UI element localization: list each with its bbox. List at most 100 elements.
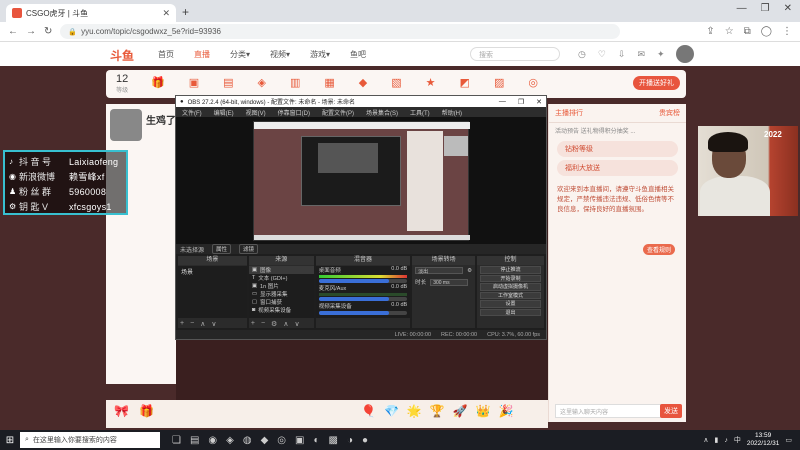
- welfare-badge[interactable]: 福利大放送: [557, 160, 678, 176]
- nav-game[interactable]: 游戏▾: [310, 49, 330, 60]
- download-icon[interactable]: ⇩: [618, 49, 626, 60]
- bag-icon[interactable]: ◩: [460, 76, 470, 89]
- streamer-avatar[interactable]: [110, 109, 142, 141]
- card-icon[interactable]: ▥: [290, 76, 300, 89]
- properties-button[interactable]: 属性: [212, 244, 232, 254]
- source-item[interactable]: ◙ 视频采集设备: [249, 306, 314, 314]
- task-view-icon[interactable]: ❏: [172, 435, 181, 446]
- gift-icon[interactable]: 🌟: [407, 404, 422, 418]
- folder-icon[interactable]: ▤: [190, 435, 199, 446]
- settings-button[interactable]: 设置: [480, 300, 541, 308]
- app-icon[interactable]: ◆: [261, 435, 269, 446]
- volume-icon[interactable]: ♪: [724, 437, 728, 444]
- duration-input[interactable]: 300 ms: [430, 278, 469, 286]
- notification-icon[interactable]: ▭: [785, 436, 792, 444]
- obs-menu-view[interactable]: 视图(V): [246, 108, 266, 117]
- up-icon[interactable]: ∧: [200, 320, 205, 328]
- obs-menu-tools[interactable]: 工具(T): [410, 108, 430, 117]
- source-item[interactable]: ▣ 1n 图片: [249, 282, 314, 290]
- obs-menu-scenes[interactable]: 场景集合(S): [366, 108, 398, 117]
- chat-input[interactable]: 这里输入聊天内容: [555, 404, 661, 418]
- volume-slider[interactable]: [318, 297, 408, 301]
- rules-button[interactable]: 查看规则: [643, 244, 676, 255]
- minimize-icon[interactable]: —: [737, 3, 747, 14]
- tab-rank[interactable]: 主播排行: [555, 108, 583, 118]
- history-icon[interactable]: ◷: [578, 49, 586, 60]
- browser-tab[interactable]: CSGO虎牙 | 斗鱼 ✕: [6, 4, 176, 22]
- menu-icon[interactable]: ⋮: [782, 26, 792, 37]
- nav-fishbar[interactable]: 鱼吧: [350, 49, 366, 60]
- obs-taskbar-icon[interactable]: ●: [362, 435, 368, 446]
- app-icon[interactable]: ◑: [347, 435, 353, 446]
- profile-icon[interactable]: ◯: [761, 26, 772, 37]
- nav-home[interactable]: 首页: [158, 49, 174, 60]
- down-icon[interactable]: ∨: [294, 320, 299, 328]
- nav-category[interactable]: 分类▾: [230, 49, 250, 60]
- new-tab-icon[interactable]: +: [182, 5, 189, 19]
- maximize-icon[interactable]: ❐: [761, 3, 770, 14]
- fans-level-badge[interactable]: 钻粉等级: [557, 141, 678, 157]
- user-avatar[interactable]: [676, 45, 694, 63]
- obs-preview[interactable]: [176, 117, 546, 244]
- app-icon[interactable]: ◐: [313, 435, 319, 446]
- app-icon[interactable]: ◈: [226, 435, 234, 446]
- gift-icon[interactable]: 🎈: [361, 404, 376, 418]
- obs-minimize-icon[interactable]: —: [499, 98, 506, 106]
- windows-start-icon[interactable]: ⊞: [0, 435, 20, 446]
- scene-item[interactable]: 场景: [178, 266, 247, 277]
- medal-icon[interactable]: ★: [426, 76, 436, 89]
- shop-icon[interactable]: ▦: [324, 76, 334, 89]
- promo-button[interactable]: 开播送好礼: [633, 76, 680, 90]
- source-item[interactable]: T 文本 (GDI+): [249, 274, 314, 282]
- volume-slider[interactable]: [318, 279, 408, 283]
- gift-icon[interactable]: 🎁: [139, 404, 154, 418]
- obs-menu-edit[interactable]: 编辑(E): [214, 108, 234, 117]
- ime-indicator[interactable]: 中: [734, 435, 741, 445]
- close-tab-icon[interactable]: ✕: [162, 8, 170, 19]
- obs-menu-file[interactable]: 文件(F): [182, 108, 202, 117]
- chest-icon[interactable]: ▤: [223, 76, 233, 89]
- obs-menu-profile[interactable]: 配置文件(P): [322, 108, 354, 117]
- remove-icon[interactable]: −: [261, 320, 265, 327]
- stop-streaming-button[interactable]: 停止推流: [480, 266, 541, 274]
- tab-vip[interactable]: 贵宾榜: [659, 108, 680, 118]
- studio-mode-button[interactable]: 工作室模式: [480, 291, 541, 299]
- message-icon[interactable]: ✉: [637, 49, 645, 60]
- follow-icon[interactable]: ♡: [598, 49, 606, 60]
- add-icon[interactable]: +: [251, 320, 255, 327]
- gear-icon[interactable]: ⚙: [467, 268, 472, 274]
- gift-icon[interactable]: 🎉: [499, 404, 514, 418]
- share-icon[interactable]: ⇪: [706, 26, 714, 37]
- start-recording-button[interactable]: 开始录制: [480, 274, 541, 282]
- remove-icon[interactable]: −: [190, 320, 194, 327]
- extensions-icon[interactable]: ⧉: [744, 26, 751, 37]
- app-icon[interactable]: ▩: [329, 435, 338, 446]
- volume-slider[interactable]: [318, 311, 408, 315]
- steam-icon[interactable]: ◎: [277, 435, 286, 446]
- gift-icon[interactable]: 🏆: [430, 404, 445, 418]
- send-button[interactable]: 发送: [660, 404, 682, 418]
- fan-icon[interactable]: ◆: [359, 76, 367, 89]
- taskbar-search[interactable]: ⌕ 在这里输入你要搜索的内容: [20, 432, 160, 448]
- address-bar[interactable]: 🔒 yyu.com/topic/csgodwxz_5e?rid=93936: [60, 24, 621, 39]
- gift-icon[interactable]: 🎀: [114, 404, 129, 418]
- clock[interactable]: 13:59 2022/12/31: [747, 432, 780, 448]
- task-icon[interactable]: ▣: [189, 76, 199, 89]
- site-logo[interactable]: 斗鱼: [110, 47, 134, 64]
- source-item[interactable]: ▣ 图像: [248, 266, 314, 274]
- wechat-icon[interactable]: ◍: [243, 435, 252, 446]
- coupon-icon[interactable]: ▧: [391, 76, 401, 89]
- add-icon[interactable]: +: [180, 320, 184, 327]
- more-icon[interactable]: ◎: [528, 76, 538, 89]
- gear-icon[interactable]: ⚙: [271, 320, 277, 328]
- down-icon[interactable]: ∨: [211, 320, 216, 328]
- app-icon[interactable]: ▣: [295, 435, 304, 446]
- nav-video[interactable]: 视频▾: [270, 49, 290, 60]
- back-icon[interactable]: ←: [8, 26, 18, 37]
- gift-icon[interactable]: 👑: [476, 404, 491, 418]
- gift-icon[interactable]: 🚀: [453, 404, 468, 418]
- site-search-input[interactable]: 搜索: [470, 47, 560, 61]
- filters-button[interactable]: 滤镜: [239, 244, 259, 254]
- obs-menu-docks[interactable]: 停靠窗口(D): [278, 108, 310, 117]
- source-item[interactable]: ▭ 显示器采集: [249, 290, 314, 298]
